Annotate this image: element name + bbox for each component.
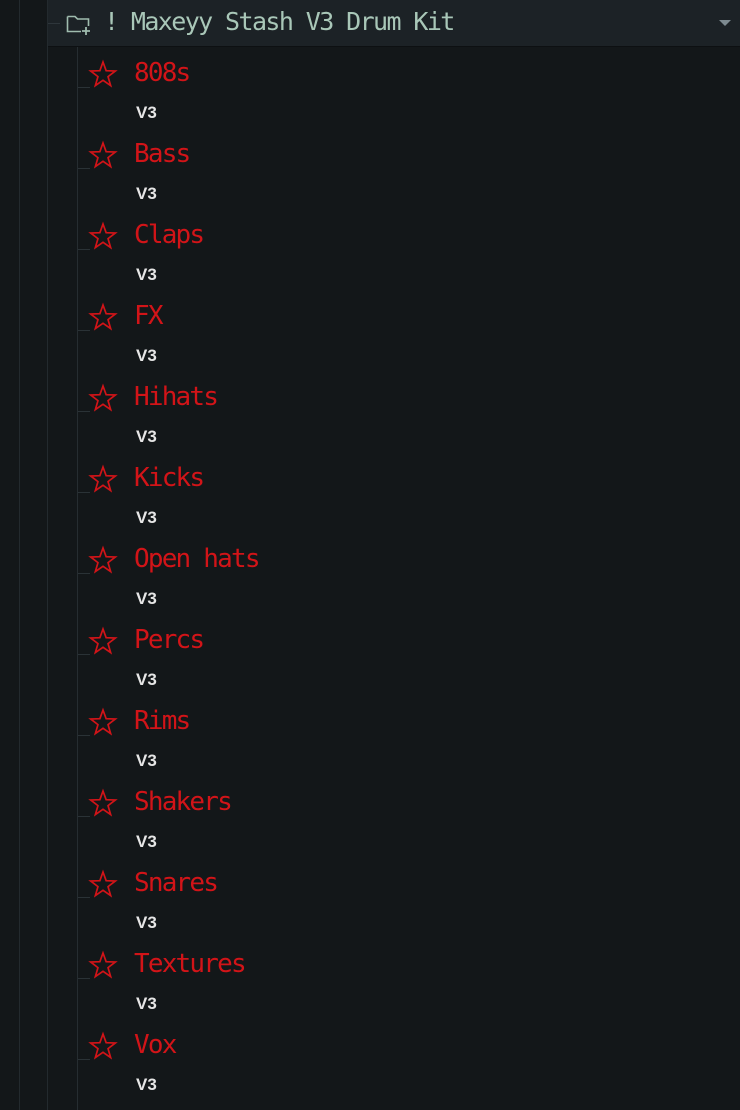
star-outline-icon[interactable] <box>88 1031 118 1061</box>
list-item[interactable]: Bass V3 <box>0 128 740 209</box>
item-name[interactable]: Textures <box>134 946 247 982</box>
star-outline-icon[interactable] <box>88 221 118 251</box>
star-outline-icon[interactable] <box>88 788 118 818</box>
item-subtitle: V3 <box>136 265 157 284</box>
tree-branch-line <box>48 23 60 24</box>
caret-down-icon[interactable] <box>719 20 731 26</box>
item-name[interactable]: Hihats <box>134 379 219 415</box>
list-item[interactable]: Open hats V3 <box>0 533 740 614</box>
item-name[interactable]: Vox <box>134 1027 177 1063</box>
item-name[interactable]: FX <box>134 298 164 334</box>
list-item[interactable]: Shakers V3 <box>0 776 740 857</box>
item-subtitle: V3 <box>136 670 157 689</box>
item-subtitle: V3 <box>136 994 157 1013</box>
list-item[interactable]: Percs V3 <box>0 614 740 695</box>
item-subtitle: V3 <box>136 508 157 527</box>
folder-add-icon[interactable] <box>66 13 92 35</box>
folder-title[interactable]: ! Maxeyy Stash V3 Drum Kit <box>104 0 455 46</box>
star-outline-icon[interactable] <box>88 869 118 899</box>
star-outline-icon[interactable] <box>88 545 118 575</box>
item-name[interactable]: Snares <box>134 865 219 901</box>
item-subtitle: V3 <box>136 751 157 770</box>
list-item[interactable]: Claps V3 <box>0 209 740 290</box>
list-item[interactable]: 808s V3 <box>0 47 740 128</box>
list-item[interactable]: Kicks V3 <box>0 452 740 533</box>
item-name[interactable]: Kicks <box>134 460 205 496</box>
item-name[interactable]: Bass <box>134 136 191 172</box>
star-outline-icon[interactable] <box>88 59 118 89</box>
item-subtitle: V3 <box>136 427 157 446</box>
item-subtitle: V3 <box>136 832 157 851</box>
item-name[interactable]: Claps <box>134 217 205 253</box>
item-name[interactable]: Open hats <box>134 541 260 577</box>
star-outline-icon[interactable] <box>88 707 118 737</box>
list-item[interactable]: FX V3 <box>0 290 740 371</box>
star-outline-icon[interactable] <box>88 302 118 332</box>
item-name[interactable]: Shakers <box>134 784 233 820</box>
item-subtitle: V3 <box>136 589 157 608</box>
star-outline-icon[interactable] <box>88 464 118 494</box>
item-name[interactable]: Rims <box>134 703 191 739</box>
star-outline-icon[interactable] <box>88 140 118 170</box>
item-name[interactable]: Percs <box>134 622 205 658</box>
item-subtitle: V3 <box>136 1075 157 1094</box>
item-subtitle: V3 <box>136 184 157 203</box>
list-item[interactable]: Snares V3 <box>0 857 740 938</box>
item-subtitle: V3 <box>136 346 157 365</box>
star-outline-icon[interactable] <box>88 383 118 413</box>
list-item[interactable]: Textures V3 <box>0 938 740 1019</box>
list-item[interactable]: Rims V3 <box>0 695 740 776</box>
item-subtitle: V3 <box>136 913 157 932</box>
list-item[interactable]: Hihats V3 <box>0 371 740 452</box>
item-name[interactable]: 808s <box>134 55 191 91</box>
browser-panel: ! Maxeyy Stash V3 Drum Kit 808s V3 Bass V3 C… <box>0 0 740 1110</box>
list-item[interactable]: Vox V3 <box>0 1019 740 1100</box>
folder-item-list: 808s V3 Bass V3 Claps V3 FX V3 Hihats V3 Kicks V3 Op… <box>0 47 740 1100</box>
star-outline-icon[interactable] <box>88 950 118 980</box>
item-subtitle: V3 <box>136 103 157 122</box>
star-outline-icon[interactable] <box>88 626 118 656</box>
